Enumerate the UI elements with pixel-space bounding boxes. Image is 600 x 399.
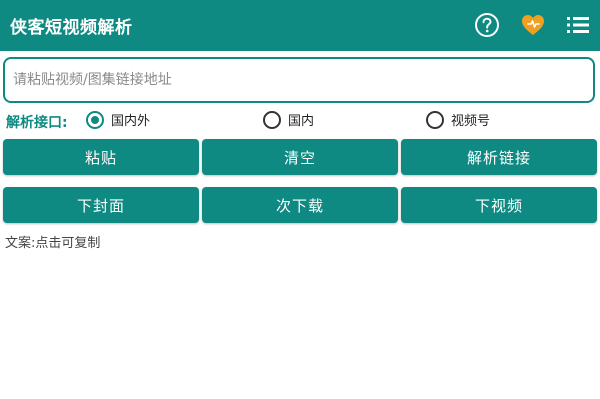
help-button[interactable] — [472, 10, 502, 40]
radio-label: 国内外 — [111, 114, 151, 129]
secondary-download-button[interactable]: 次下载 — [202, 187, 398, 223]
download-video-button[interactable]: 下视频 — [401, 187, 597, 223]
app-bar: 侠客短视频解析 — [0, 0, 600, 51]
radio-indicator — [86, 110, 104, 129]
radio-overseas[interactable]: 国内外 — [86, 110, 150, 129]
radio-channels[interactable]: 视频号 — [426, 110, 490, 129]
radio-indicator — [426, 110, 444, 129]
heart-icon — [520, 13, 546, 37]
list-menu-icon — [566, 15, 590, 35]
caption-copy-hint[interactable]: 文案:点击可复制 — [5, 232, 100, 251]
radio-label: 视频号 — [451, 114, 491, 129]
favorite-button[interactable] — [518, 10, 548, 40]
radio-label: 国内 — [288, 114, 315, 129]
download-cover-button[interactable]: 下封面 — [3, 187, 199, 223]
parse-link-button[interactable]: 解析链接 — [401, 139, 597, 175]
help-circle-icon — [474, 12, 500, 38]
app-title: 侠客短视频解析 — [10, 18, 133, 38]
radio-indicator — [263, 110, 281, 129]
clear-button[interactable]: 清空 — [202, 139, 398, 175]
radio-domestic[interactable]: 国内 — [263, 110, 314, 129]
api-label: 解析接口: — [6, 115, 68, 131]
link-input[interactable] — [3, 57, 595, 103]
menu-button[interactable] — [563, 10, 593, 40]
paste-button[interactable]: 粘贴 — [3, 139, 199, 175]
